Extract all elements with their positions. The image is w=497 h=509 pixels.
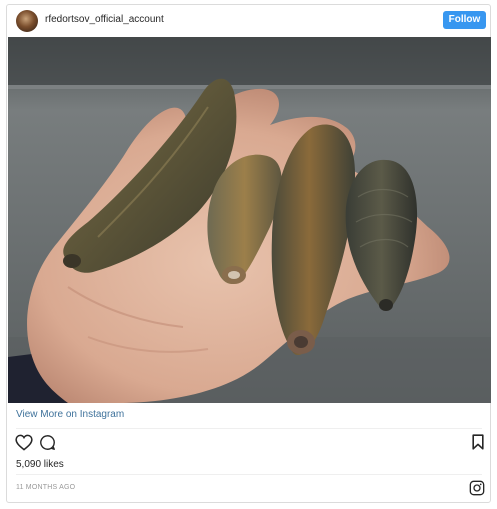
comment-icon[interactable] <box>39 434 56 451</box>
divider <box>16 428 482 429</box>
likes-count: 5,090 likes <box>16 459 64 470</box>
heart-icon[interactable] <box>15 434 33 451</box>
post-image[interactable] <box>8 37 491 403</box>
bookmark-icon[interactable] <box>471 434 485 450</box>
view-more-link[interactable]: View More on Instagram <box>16 409 124 420</box>
instagram-icon[interactable] <box>469 480 485 496</box>
post-header: rfedortsov_official_account Follow <box>7 5 490 37</box>
post-timestamp: 11 MONTHS AGO <box>16 484 76 491</box>
follow-button[interactable]: Follow <box>443 11 486 29</box>
sea-cucumbers-photo <box>8 37 491 403</box>
instagram-embed-card: rfedortsov_official_account Follow View … <box>6 4 491 503</box>
username[interactable]: rfedortsov_official_account <box>45 14 164 25</box>
avatar[interactable] <box>16 10 38 32</box>
divider <box>16 474 482 475</box>
